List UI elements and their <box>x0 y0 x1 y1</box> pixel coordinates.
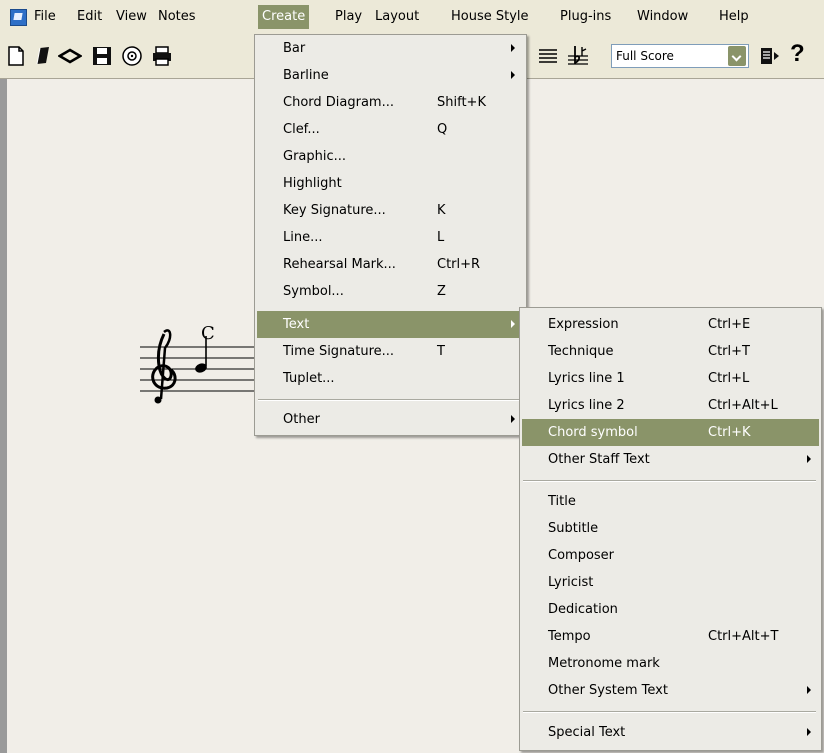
open-score-icon[interactable] <box>30 44 54 68</box>
menu-item-bar[interactable]: Bar <box>257 35 526 62</box>
menu-edit[interactable]: Edit <box>77 0 102 34</box>
print-icon[interactable] <box>150 44 174 68</box>
menu-item-highlight[interactable]: Highlight <box>257 170 526 197</box>
help-icon[interactable]: ? <box>790 40 805 68</box>
submenu-item-lyricist[interactable]: Lyricist <box>522 569 821 596</box>
parts-icon[interactable] <box>758 44 782 68</box>
submenu-item-composer[interactable]: Composer <box>522 542 821 569</box>
menu-view[interactable]: View <box>116 0 147 34</box>
menu-item-text[interactable]: Text <box>257 311 524 338</box>
menu-file[interactable]: File <box>34 0 56 34</box>
menu-house-style[interactable]: House Style <box>451 0 529 34</box>
menu-item-chord-diagram[interactable]: Chord Diagram... Shift+K <box>257 89 526 116</box>
menu-item-line[interactable]: Line... L <box>257 224 526 251</box>
submenu-arrow-icon <box>511 415 515 423</box>
submenu-arrow-icon <box>807 455 811 463</box>
submenu-item-other-staff-text[interactable]: Other Staff Text <box>522 446 821 473</box>
app-icon[interactable] <box>10 9 27 26</box>
cd-burn-icon[interactable] <box>120 44 144 68</box>
submenu-item-tempo[interactable]: Tempo Ctrl+Alt+T <box>522 623 821 650</box>
menu-window[interactable]: Window <box>637 0 688 34</box>
menu-play[interactable]: Play <box>335 0 362 34</box>
submenu-item-metronome-mark[interactable]: Metronome mark <box>522 650 821 677</box>
manuscript-paper-icon[interactable] <box>58 44 82 68</box>
submenu-item-chord-symbol[interactable]: Chord symbol Ctrl+K <box>522 419 819 446</box>
submenu-item-lyrics-line-1[interactable]: Lyrics line 1 Ctrl+L <box>522 365 821 392</box>
menu-plug-ins[interactable]: Plug-ins <box>560 0 611 34</box>
submenu-arrow-icon <box>511 44 515 52</box>
chord-symbol-text[interactable]: C <box>201 323 215 344</box>
menu-item-barline[interactable]: Barline <box>257 62 526 89</box>
menu-help[interactable]: Help <box>719 0 749 34</box>
score-view-value: Full Score <box>616 49 674 63</box>
new-document-icon[interactable] <box>4 44 28 68</box>
submenu-arrow-icon <box>511 71 515 79</box>
menu-separator <box>523 711 816 713</box>
menu-layout[interactable]: Layout <box>375 0 419 34</box>
submenu-arrow-icon <box>807 686 811 694</box>
submenu-item-title[interactable]: Title <box>522 488 821 515</box>
menu-bar: File Edit View Notes Create Play Layout … <box>0 0 824 35</box>
submenu-item-expression[interactable]: Expression Ctrl+E <box>522 311 821 338</box>
save-icon[interactable] <box>90 44 114 68</box>
text-submenu: Expression Ctrl+E Technique Ctrl+T Lyric… <box>519 307 822 751</box>
submenu-item-subtitle[interactable]: Subtitle <box>522 515 821 542</box>
submenu-item-other-system-text[interactable]: Other System Text <box>522 677 821 704</box>
menu-item-graphic[interactable]: Graphic... <box>257 143 526 170</box>
submenu-arrow-icon <box>511 320 515 328</box>
menu-item-symbol[interactable]: Symbol... Z <box>257 278 526 305</box>
menu-separator <box>258 399 521 401</box>
menu-item-tuplet[interactable]: Tuplet... <box>257 365 526 392</box>
submenu-item-special-text[interactable]: Special Text <box>522 719 821 746</box>
menu-notes[interactable]: Notes <box>158 0 196 34</box>
menu-item-rehearsal-mark[interactable]: Rehearsal Mark... Ctrl+R <box>257 251 526 278</box>
submenu-item-technique[interactable]: Technique Ctrl+T <box>522 338 821 365</box>
score-view-select[interactable]: Full Score <box>611 44 749 68</box>
chevron-down-icon[interactable] <box>728 46 746 66</box>
justify-icon[interactable] <box>536 44 560 68</box>
menu-item-time-signature[interactable]: Time Signature... T <box>257 338 526 365</box>
menu-separator <box>523 480 816 482</box>
menu-create[interactable]: Create <box>258 5 310 29</box>
music-staff <box>140 329 267 404</box>
create-menu: Bar Barline Chord Diagram... Shift+K Cle… <box>254 34 527 436</box>
menu-item-key-signature[interactable]: Key Signature... K <box>257 197 526 224</box>
submenu-item-lyrics-line-2[interactable]: Lyrics line 2 Ctrl+Alt+L <box>522 392 821 419</box>
menu-item-other[interactable]: Other <box>257 406 526 433</box>
submenu-item-dedication[interactable]: Dedication <box>522 596 821 623</box>
menu-item-clef[interactable]: Clef... Q <box>257 116 526 143</box>
submenu-arrow-icon <box>807 728 811 736</box>
flat-staff-icon[interactable] <box>566 44 590 68</box>
